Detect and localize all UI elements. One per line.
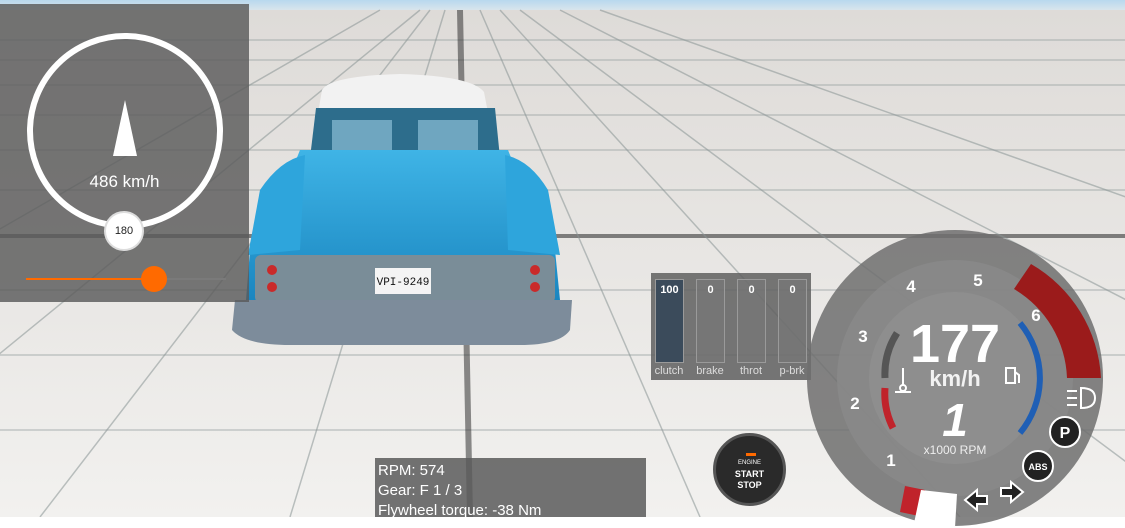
brake-label: brake <box>696 365 724 377</box>
brake-value: 0 <box>707 284 714 296</box>
rpm-tick-1: 1 <box>886 451 895 470</box>
navigation-panel: 486 km/h 180 <box>0 4 249 302</box>
clutch-value: 100 <box>660 284 679 296</box>
speed-value: 177 <box>910 314 1000 374</box>
heading-marker: 180 <box>104 211 144 251</box>
abs-label: ABS <box>1028 462 1047 472</box>
rpm-tick-3: 3 <box>858 327 867 346</box>
telemetry-panel: RPM: 574 Gear: F 1 / 3 Flywheel torque: … <box>375 458 646 517</box>
throttle-bar: 0 <box>737 279 766 363</box>
zoom-slider-thumb[interactable] <box>141 266 167 292</box>
park-label: P <box>1060 425 1071 442</box>
speed-unit: km/h <box>929 366 980 391</box>
throttle-label: throt <box>739 365 762 377</box>
engine-led-icon <box>746 453 756 456</box>
rpm-tick-5: 5 <box>973 271 982 290</box>
rpm-unit: x1000 RPM <box>924 443 987 457</box>
brake-bar: 0 <box>696 279 725 363</box>
rpm-tick-2: 2 <box>850 394 859 413</box>
dashboard-gauge: 1 2 3 4 5 6 177 km/h 1 x1000 RPM P ABS <box>807 230 1103 528</box>
parking-brake-bar: 0 <box>778 279 807 363</box>
gear-readout: Gear: F 1 / 3 <box>378 482 463 499</box>
direction-arrow-icon <box>113 100 137 156</box>
clutch-label: clutch <box>654 365 684 377</box>
rpm-tick-4: 4 <box>906 277 916 296</box>
input-bars-panel: 100 0 0 0 clutch brake throt p-brk <box>651 273 811 380</box>
parking-brake-icon: P <box>1049 416 1081 448</box>
engine-start-stop-button[interactable]: ENGINE START STOP <box>713 433 786 506</box>
start-label: START <box>734 469 765 479</box>
zoom-slider[interactable] <box>26 266 226 292</box>
torque-readout: Flywheel torque: -38 Nm <box>378 502 542 517</box>
parking-brake-value: 0 <box>789 284 796 296</box>
rpm-readout: RPM: 574 <box>378 462 445 479</box>
stop-label: STOP <box>737 480 762 490</box>
rpm-tick-6: 6 <box>1031 306 1040 325</box>
nav-speed-readout: 486 km/h <box>89 172 160 191</box>
license-plate: VPI-9249 <box>377 277 430 289</box>
gear-indicator: 1 <box>942 394 968 446</box>
throttle-value: 0 <box>748 284 755 296</box>
abs-icon: ABS <box>1022 450 1054 482</box>
compass-gauge <box>27 33 223 229</box>
engine-label: ENGINE <box>737 460 761 466</box>
clutch-bar: 100 <box>655 279 684 363</box>
zoom-slider-fill <box>26 278 154 280</box>
